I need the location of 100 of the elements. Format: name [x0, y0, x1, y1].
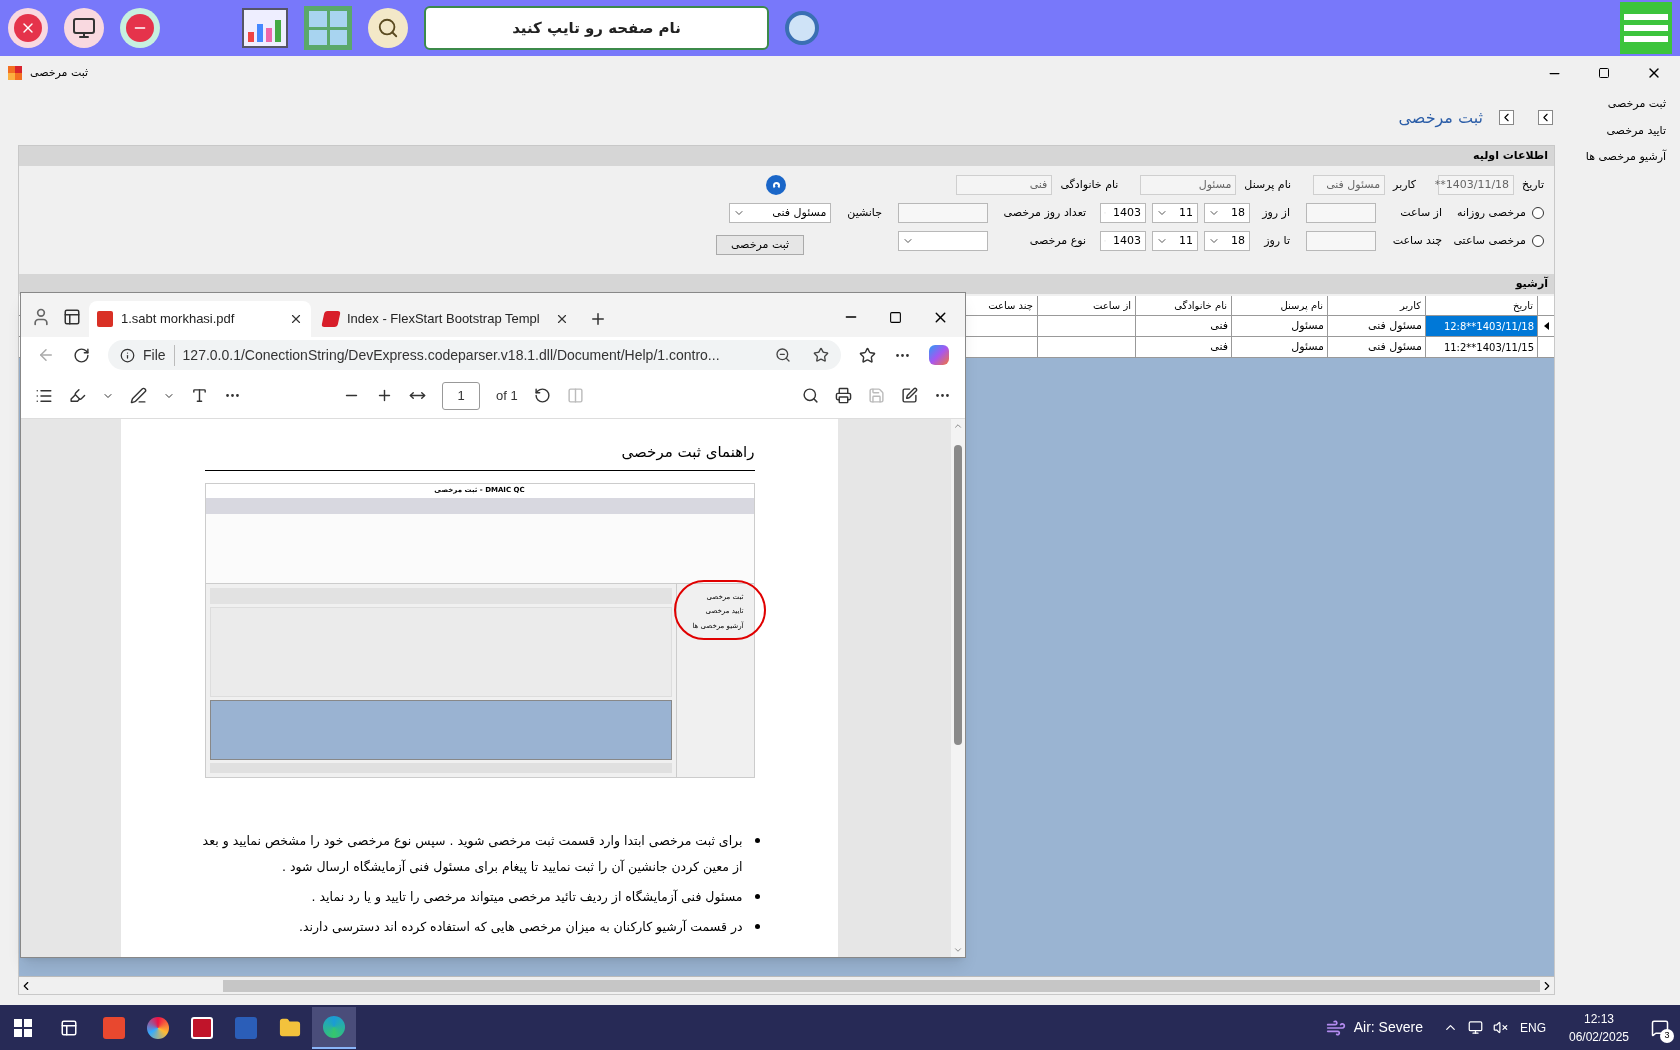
column-header[interactable]: کاربر — [1400, 298, 1421, 313]
scrollbar-thumb[interactable] — [954, 445, 962, 745]
volume-muted-icon[interactable] — [1493, 1020, 1508, 1035]
tab-title: Index - FlexStart Bootstrap Templ — [347, 310, 541, 329]
edge-icon — [323, 1015, 345, 1038]
side-menu-item[interactable]: ثبت مرخصی — [1607, 96, 1666, 113]
month-select[interactable]: 11 — [1152, 231, 1198, 251]
address-label: File — [143, 344, 175, 366]
column-header[interactable]: تاریخ — [1513, 298, 1533, 313]
tab-actions-icon[interactable] — [63, 308, 81, 326]
field-label: نوع مرخصی — [1028, 232, 1086, 249]
field-label: تا روز — [1262, 232, 1290, 249]
zoom-in-icon[interactable] — [376, 387, 393, 404]
network-icon[interactable] — [1468, 1020, 1483, 1035]
globe-icon[interactable] — [785, 11, 819, 45]
maximize-icon[interactable] — [889, 310, 902, 324]
column-header[interactable]: چند ساعت — [988, 298, 1033, 313]
profile-icon[interactable] — [31, 307, 51, 327]
notifications-button[interactable]: 3 — [1640, 1006, 1680, 1049]
chart-icon[interactable] — [242, 8, 288, 48]
submit-button[interactable]: ثبت مرخصی — [716, 235, 804, 255]
page-count: of 1 — [496, 386, 518, 405]
field-label: جانشین — [847, 204, 882, 221]
search-icon[interactable] — [802, 387, 819, 404]
previous-icon[interactable] — [1499, 110, 1514, 125]
year-select[interactable]: 1403 — [1100, 203, 1146, 223]
page-search-field[interactable]: نام صفحه رو تایپ کنید — [424, 6, 769, 50]
table-cell: 1403/11/15**11:2 — [1425, 337, 1537, 357]
field-label: کاربر — [1393, 176, 1417, 193]
browser-tab[interactable]: 1.sabt morkhasi.pdf — [89, 301, 311, 337]
table-cell: مسئول فنی — [1327, 337, 1425, 357]
rotate-icon[interactable] — [533, 387, 551, 404]
monitor-icon[interactable] — [64, 8, 104, 48]
minus-icon[interactable] — [120, 8, 160, 48]
copilot-icon[interactable] — [929, 345, 949, 365]
search-icon[interactable] — [368, 8, 408, 48]
column-header[interactable]: نام پرسنل — [1280, 298, 1323, 313]
app-icon — [8, 66, 22, 80]
substitute-select[interactable]: مسئول فنی — [729, 203, 832, 223]
text-icon[interactable] — [191, 387, 208, 404]
address-url: 127.0.0.1/ConectionString/DevExpress.codeparser.v18.1.dll/Document/Help/1.contro... — [182, 345, 721, 365]
notification-icon — [1651, 1018, 1669, 1037]
pdf-file-icon — [97, 311, 113, 327]
page-title: ثبت مرخصی — [1398, 106, 1483, 130]
field-label: از روز — [1260, 204, 1290, 221]
field-label: تعداد روز مرخصی — [1002, 204, 1086, 221]
input-field[interactable] — [898, 203, 988, 223]
section-title: آرشیو — [1515, 275, 1548, 292]
zoom-out-icon[interactable] — [775, 347, 791, 363]
field-label: از ساعت — [1399, 204, 1442, 221]
bullet-text: برای ثبت مرخصی ابتدا وارد قسمت ثبت مرخصی شوید . سپس نوع مرخصی خود را مشخص نمایید و بعد از معین کردن جانشین آن را ثبت نمایید تا پیغام برای مسئول فنی آزمایشگاه ارسال شود . — [201, 831, 743, 877]
radio-button[interactable] — [1532, 235, 1544, 247]
document-title: راهنمای ثبت مرخصی — [621, 442, 755, 463]
close-icon[interactable] — [289, 312, 303, 326]
star-icon[interactable] — [813, 347, 829, 363]
collapse-icon[interactable] — [1538, 110, 1553, 125]
column-header[interactable]: از ساعت — [1093, 298, 1131, 313]
field-label: چند ساعت — [1391, 232, 1442, 249]
page-number-field[interactable]: 1 — [442, 381, 480, 410]
side-menu-item[interactable]: آرشیو مرخصی ها — [1585, 149, 1666, 166]
highlight-icon[interactable] — [69, 387, 86, 404]
save-as-icon[interactable] — [901, 387, 918, 404]
table-cell: مسئول — [1231, 337, 1327, 357]
table-cell: 1403/11/18**12:8 — [1425, 316, 1537, 336]
field-label: مرخصی ساعتی — [1452, 232, 1526, 249]
scrollbar-thumb[interactable] — [223, 979, 1540, 992]
word-icon — [235, 1016, 257, 1039]
help-icon[interactable] — [766, 175, 787, 195]
time-field[interactable] — [1306, 203, 1376, 223]
year-select[interactable]: 1403 — [1100, 231, 1146, 251]
day-select[interactable]: 18 — [1204, 203, 1250, 223]
refresh-icon[interactable] — [73, 346, 90, 364]
month-select[interactable]: 11 — [1152, 203, 1198, 223]
column-header[interactable]: نام خانوادگی — [1174, 298, 1227, 313]
info-icon — [120, 347, 135, 363]
browser-tab[interactable]: Index - FlexStart Bootstrap Templ — [315, 301, 577, 337]
clock[interactable]: 12:13 06/02/2025 — [1564, 1009, 1634, 1046]
close-icon[interactable] — [555, 312, 569, 326]
tab-title: 1.sabt morkhasi.pdf — [121, 310, 236, 329]
favorites-icon[interactable] — [859, 346, 876, 364]
time-field[interactable] — [1306, 231, 1376, 251]
side-menu-item[interactable]: تایید مرخصی — [1606, 122, 1666, 139]
readonly-field[interactable]: فنی — [956, 175, 1053, 195]
radio-button[interactable] — [1532, 207, 1544, 219]
draw-icon[interactable] — [130, 387, 147, 404]
taskbar-app[interactable] — [312, 1006, 356, 1049]
readonly-field[interactable]: مسئول — [1140, 175, 1237, 195]
weather-text: Air: Severe — [1353, 1018, 1423, 1037]
day-select[interactable]: 18 — [1204, 231, 1250, 251]
table-cell: مسئول فنی — [1327, 316, 1425, 336]
readonly-field[interactable]: مسئول فنی — [1313, 175, 1386, 195]
language-indicator[interactable]: ENG — [1520, 1018, 1546, 1037]
print-icon[interactable] — [835, 387, 852, 404]
maximize-icon[interactable] — [1598, 67, 1610, 79]
window-title: ثبت مرخصی — [30, 64, 89, 81]
new-tab-icon[interactable] — [589, 310, 607, 328]
address-bar[interactable]: File 127.0.0.1/ConectionString/DevExpress.codeparser.v18.1.dll/Document/Help/1.contro... — [108, 340, 841, 370]
field-label: تاریخ — [1522, 176, 1544, 193]
field-label: مرخصی روزانه — [1456, 204, 1526, 221]
bullet-text: در قسمت آرشیو کارکنان به میزان مرخصی هایی که استفاده کرده اند دسترسی دارند. — [299, 917, 743, 937]
